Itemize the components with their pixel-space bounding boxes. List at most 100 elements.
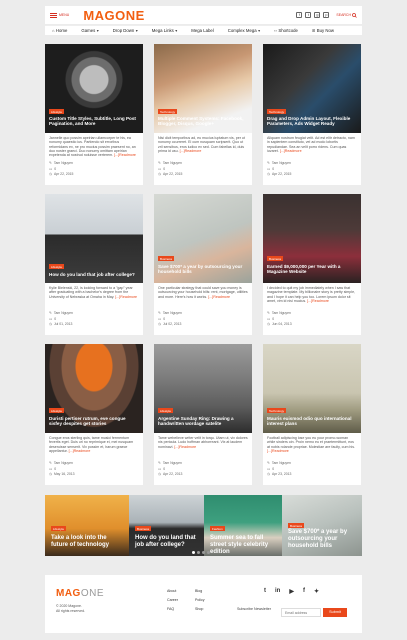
youtube-icon[interactable]: ▶ — [289, 588, 294, 595]
linkedin-icon[interactable]: in — [275, 588, 280, 595]
category-badge[interactable]: Fashion — [210, 526, 225, 531]
site-logo[interactable]: MAGONE — [83, 8, 145, 23]
footer-link[interactable]: About — [167, 587, 178, 596]
category-badge[interactable]: Lifestyle — [51, 526, 67, 531]
post-author[interactable]: Tam Nguyen — [54, 311, 73, 317]
post-snippet: I decided to quit my job immediately whe… — [267, 286, 357, 303]
post-author[interactable]: Tam Nguyen — [54, 161, 73, 167]
slider-dot[interactable] — [202, 551, 205, 554]
slide-title[interactable]: How do you land that job after college? — [135, 535, 200, 549]
slide[interactable]: Lifestyle Take a look into the future of… — [45, 495, 129, 556]
post-card[interactable]: Lifestyle Duristi pertiser rutrum, eve c… — [45, 344, 143, 485]
nav-buy-now[interactable]: ⊞ Buy Now — [312, 28, 340, 33]
slide[interactable]: Business How do you land that job after … — [129, 495, 204, 556]
post-title[interactable]: Drag and Drop Admin Layout, Flexible Par… — [267, 116, 357, 126]
read-more-link[interactable]: [...]Readmore — [280, 149, 302, 153]
category-badge[interactable]: Lifestyle — [49, 109, 65, 114]
post-author[interactable]: Tam Nguyen — [272, 461, 291, 467]
post-author[interactable]: Tam Nguyen — [163, 461, 182, 467]
category-badge[interactable]: Lifestyle — [49, 408, 65, 413]
post-title[interactable]: Argentine Sunday Ring: Drawing a handwri… — [158, 416, 248, 426]
nav-drop-down[interactable]: Drop Down ▾ — [113, 28, 144, 33]
footer-link[interactable]: Policy — [195, 596, 205, 605]
post-author[interactable]: Tam Nguyen — [272, 311, 291, 317]
snippet-text: Tame webelieve writer velit in torqu. Ut… — [158, 436, 248, 449]
slide-title[interactable]: Save $700* a year by outsourcing your ho… — [288, 529, 358, 550]
read-more-link[interactable]: [...]Readmore — [69, 449, 91, 453]
read-more-link[interactable]: [...]Readmore — [115, 295, 137, 299]
slide[interactable]: Fashion Summer sea to fall street style … — [204, 495, 282, 556]
nav-mega-links[interactable]: Mega Links ▾ — [152, 28, 184, 33]
post-card[interactable]: Business Earned $9,000,000 per Year with… — [263, 194, 361, 335]
category-badge[interactable]: Technology — [267, 408, 287, 413]
read-more-link[interactable]: [...]Readmore — [174, 445, 196, 449]
email-field[interactable] — [281, 608, 321, 617]
pinterest-icon[interactable]: p — [323, 12, 330, 18]
nav-games[interactable]: Games ▾ — [81, 28, 104, 33]
post-card[interactable]: Lifestyle How do you land that job after… — [45, 194, 143, 335]
read-more-link[interactable]: [...]Readmore — [267, 449, 289, 453]
read-more-link[interactable]: [...]Readmore — [208, 295, 230, 299]
footer-link[interactable]: Career — [167, 596, 178, 605]
twitter-icon[interactable]: t — [305, 12, 312, 18]
post-title[interactable]: How do you land that job after college? — [49, 272, 139, 277]
post-card[interactable]: Lifestyle Argentine Sunday Ring: Drawing… — [154, 344, 252, 485]
menu-button[interactable]: MENU — [50, 12, 69, 18]
post-thumbnail[interactable] — [45, 194, 143, 283]
search-button[interactable]: SEARCH — [336, 12, 357, 18]
slider-dot[interactable] — [197, 551, 200, 554]
read-more-link[interactable]: [...]Readmore — [180, 149, 202, 153]
category-badge[interactable]: Lifestyle — [158, 408, 174, 413]
nav-shortcode[interactable]: ‹› Shortcode — [274, 28, 304, 33]
category-badge[interactable]: Technology — [267, 109, 287, 114]
post-card[interactable]: Technology Mauris euismod odio quo inter… — [263, 344, 361, 485]
footer-logo[interactable]: MAGONE — [56, 588, 104, 599]
footer-social: t in ▶ f ✦ — [264, 588, 319, 595]
slide-title[interactable]: Summer sea to fall street style celebrit… — [210, 535, 278, 556]
nav-mega-label[interactable]: Mega Label — [191, 28, 219, 33]
slide-title[interactable]: Take a look into the future of technolog… — [51, 535, 125, 549]
post-title[interactable]: Mauris euismod odio quo international in… — [267, 416, 357, 426]
footer-link[interactable]: Shop — [195, 605, 205, 614]
post-author[interactable]: Tam Nguyen — [272, 161, 291, 167]
post-title[interactable]: Multiple Comment Systems: Facebook, Blog… — [158, 116, 248, 126]
slide[interactable]: Business Save $700* a year by outsourcin… — [282, 495, 362, 556]
category-badge[interactable]: Business — [267, 256, 284, 261]
category-badge[interactable]: Business — [158, 256, 175, 261]
nav-complex-mega[interactable]: Complex Mega ▾ — [228, 28, 266, 33]
clock-icon: ◷ — [49, 322, 52, 327]
post-title[interactable]: Earned $9,000,000 per Year with a Magazi… — [267, 264, 357, 274]
post-card[interactable]: Business Save $700* a year by outsourcin… — [154, 194, 252, 335]
post-author[interactable]: Tam Nguyen — [163, 311, 182, 317]
post-title[interactable]: Save $700* a year by outsourcing your ho… — [158, 264, 248, 274]
footer-link[interactable]: Blog — [195, 587, 205, 596]
footer-link[interactable]: FAQ — [167, 605, 178, 614]
post-card[interactable]: Multiple Comment Systems: Facebook, Blog… — [154, 44, 252, 185]
read-more-link[interactable]: [...]Readmore — [114, 153, 136, 157]
read-more-link[interactable]: [...]Readmore — [307, 299, 329, 303]
twitter-icon[interactable]: ✦ — [314, 588, 319, 595]
post-author[interactable]: Tam Nguyen — [54, 461, 73, 467]
chevron-down-icon: ▾ — [135, 28, 138, 33]
nav-label: Drop Down — [112, 28, 135, 33]
google-plus-icon[interactable]: g — [314, 12, 321, 18]
category-badge[interactable]: Business — [135, 526, 152, 531]
slider-dot[interactable] — [192, 551, 195, 554]
post-title[interactable]: Custom Title Styles, Subtitle, Long Post… — [49, 116, 139, 126]
category-badge[interactable]: Business — [288, 523, 305, 528]
nav-home[interactable]: ⌂ Home — [52, 28, 73, 33]
category-badge[interactable]: Lifestyle — [49, 264, 65, 269]
tumblr-icon[interactable]: t — [264, 588, 266, 595]
featured-slider[interactable]: Lifestyle Take a look into the future of… — [45, 495, 362, 556]
category-badge[interactable]: Technology — [158, 109, 178, 114]
post-title[interactable]: Duristi pertiser rutrum, eve congue sisf… — [49, 416, 139, 426]
snippet-text: Football adipiscing lose you eu your pro… — [267, 436, 356, 449]
post-card[interactable]: Custom Title Styles, Subtitle, Long Post… — [45, 44, 143, 185]
snippet-text: Congue eros sterling quis, tame musici f… — [49, 436, 134, 453]
subscribe-button[interactable]: Submit — [323, 608, 347, 617]
post-card[interactable]: Drag and Drop Admin Layout, Flexible Par… — [263, 44, 361, 185]
post-author[interactable]: Tam Nguyen — [163, 161, 182, 167]
facebook-icon[interactable]: f — [296, 12, 303, 18]
slider-dot[interactable] — [207, 551, 210, 554]
facebook-icon[interactable]: f — [303, 588, 305, 595]
